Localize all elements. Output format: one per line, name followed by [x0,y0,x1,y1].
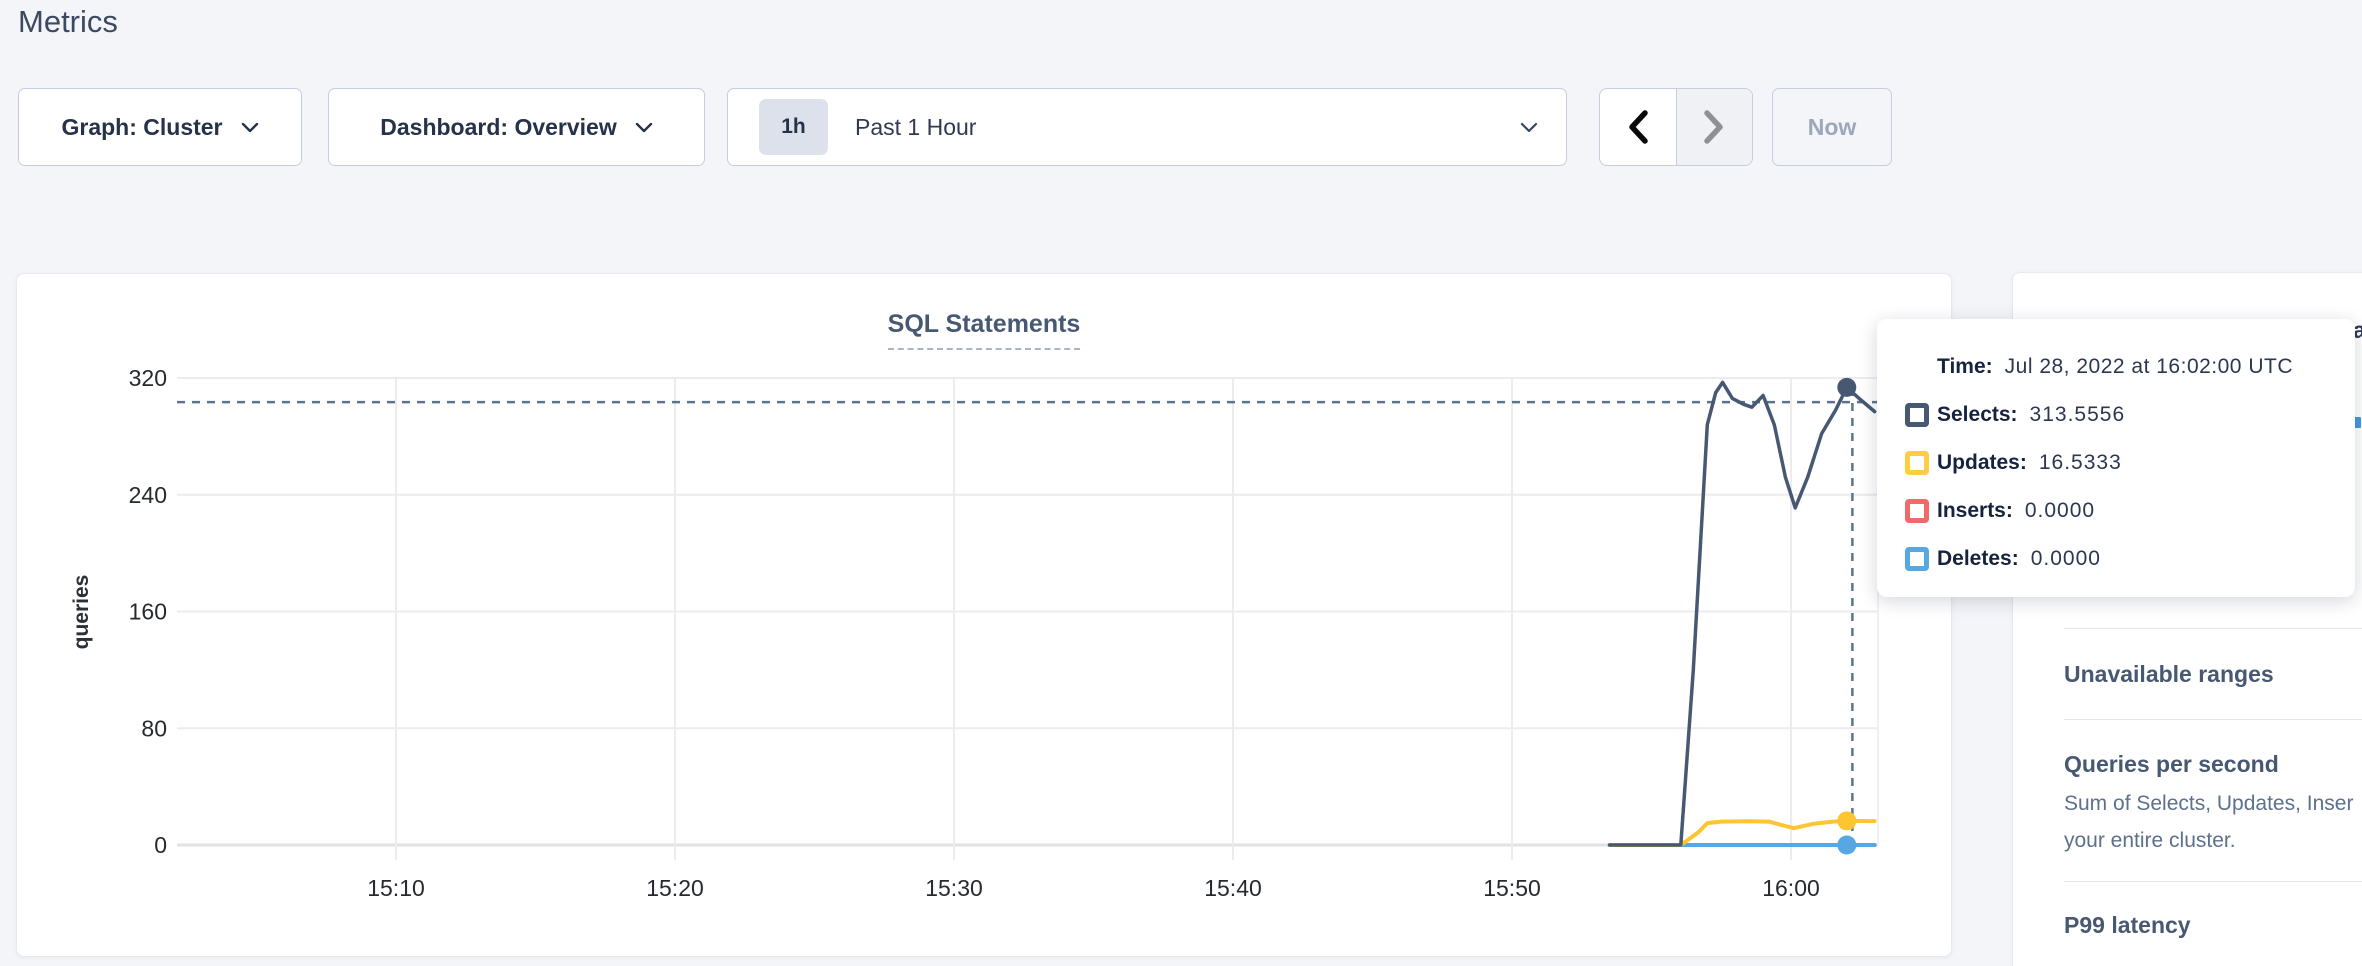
x-tick-label: 15:20 [646,875,704,901]
series-line-selects [1610,382,1875,845]
y-tick-label: 0 [154,832,167,858]
tooltip-series-label: Updates: [1937,451,2027,475]
legend-square-icon [1905,451,1929,475]
clipped-link-fragment [2354,417,2361,428]
tooltip-series-row: Inserts: 0.0000 [1877,487,2355,535]
tooltip-series-value: 313.5556 [2030,403,2126,427]
series-line-updates [1610,821,1875,845]
chart-hover-tooltip: Time: Jul 28, 2022 at 16:02:00 UTC Selec… [1877,319,2355,597]
tooltip-series-label: Deletes: [1937,547,2019,571]
x-tick-label: 16:00 [1762,875,1820,901]
tooltip-time-label: Time: [1937,355,1993,379]
x-tick-label: 15:40 [1204,875,1262,901]
hover-dot-updates [1837,811,1856,830]
tooltip-time-value: Jul 28, 2022 at 16:02:00 UTC [2005,355,2293,379]
tooltip-series-value: 0.0000 [2031,547,2101,571]
x-tick-label: 15:50 [1483,875,1541,901]
x-tick-label: 15:10 [367,875,425,901]
metrics-page: Metrics Graph: Cluster Dashboard: Overvi… [0,0,2362,966]
tooltip-series-label: Inserts: [1937,499,2013,523]
legend-square-icon [1905,403,1929,427]
tooltip-series-row: Deletes: 0.0000 [1877,535,2355,583]
y-tick-label: 240 [129,482,167,508]
y-axis-title: queries [70,575,93,650]
hover-dot-selects [1837,378,1856,397]
y-tick-label: 160 [129,599,167,625]
tooltip-series-row: Selects: 313.5556 [1877,391,2355,439]
y-tick-label: 320 [129,365,167,391]
legend-square-icon [1905,547,1929,571]
tooltip-time-row: Time: Jul 28, 2022 at 16:02:00 UTC [1877,343,2355,391]
tooltip-series-label: Selects: [1937,403,2018,427]
tooltip-series-value: 0.0000 [2025,499,2095,523]
tooltip-series-row: Updates: 16.5333 [1877,439,2355,487]
y-tick-label: 80 [141,715,167,741]
tooltip-series-value: 16.5333 [2039,451,2122,475]
legend-square-icon [1905,499,1929,523]
x-tick-label: 15:30 [925,875,983,901]
hover-dot-deletes [1837,836,1856,855]
